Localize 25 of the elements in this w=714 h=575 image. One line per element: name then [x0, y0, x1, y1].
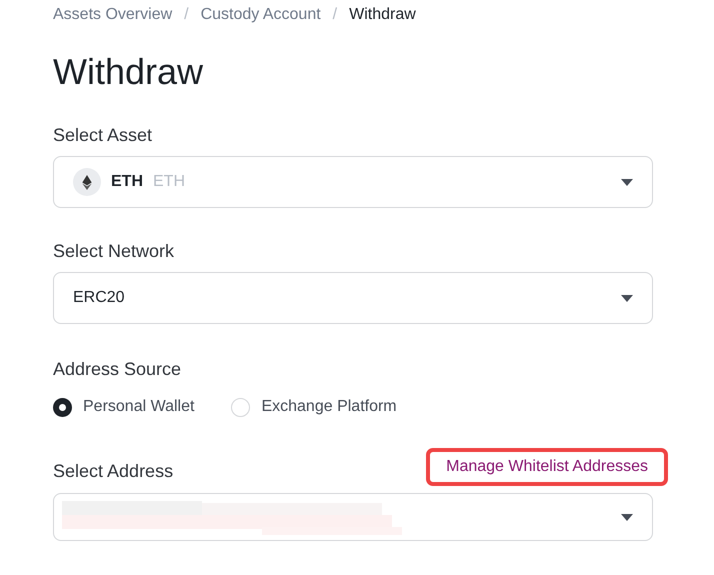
asset-select[interactable]: ETH ETH [53, 156, 653, 208]
radio-label: Personal Wallet [83, 397, 194, 417]
caret-icon [621, 178, 633, 186]
breadcrumb-link[interactable]: Withdraw [349, 3, 416, 27]
ethereum-icon [73, 168, 101, 196]
field-label: Select Address [53, 460, 174, 482]
breadcrumb-link[interactable]: Custody Account [200, 3, 321, 27]
radio-button[interactable] [53, 398, 72, 416]
radio-label: Exchange Platform [261, 397, 397, 417]
network-value: ERC20 [73, 288, 125, 308]
network-select[interactable]: ERC20 [53, 272, 653, 324]
breadcrumb-link[interactable]: Assets Overview [53, 3, 172, 27]
breadcrumb-separator: / [184, 5, 189, 25]
field-label: Address Source [53, 358, 182, 380]
field-label: Select Asset [53, 124, 154, 146]
manage-whitelist-link[interactable]: Manage Whitelist Addresses [426, 448, 668, 486]
caret-icon [621, 514, 633, 520]
address-select[interactable] [53, 493, 653, 541]
asset-symbol: ETH [111, 172, 143, 192]
page-title: Withdraw [53, 50, 204, 94]
radio-button[interactable] [231, 398, 250, 416]
field-label: Select Network [53, 240, 176, 262]
breadcrumb-separator: / [332, 5, 338, 25]
asset-name: ETH [153, 172, 185, 192]
caret-icon [621, 294, 633, 302]
